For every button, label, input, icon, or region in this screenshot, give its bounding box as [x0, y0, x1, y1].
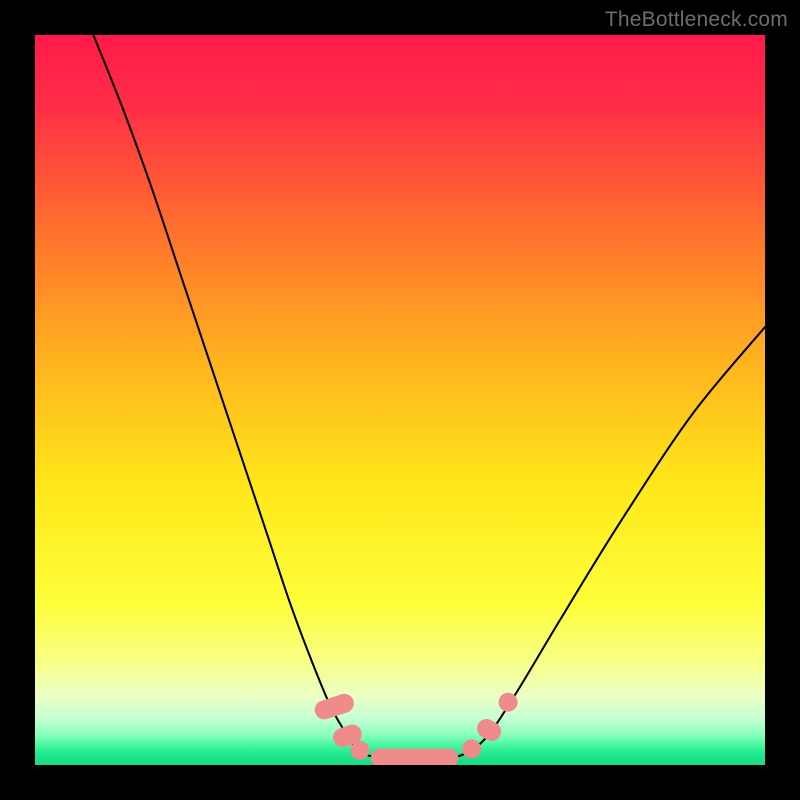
plot-area — [35, 35, 765, 765]
curve-layer — [35, 35, 765, 765]
left-cluster-top — [312, 691, 356, 721]
watermark-text: TheBottleneck.com — [605, 8, 788, 32]
floor-bar — [371, 749, 459, 765]
bottleneck-curve — [93, 35, 765, 759]
right-cluster-low — [462, 739, 481, 758]
chart-frame: TheBottleneck.com — [0, 0, 800, 800]
left-cluster-low — [350, 741, 369, 760]
right-cluster-top — [499, 693, 518, 712]
